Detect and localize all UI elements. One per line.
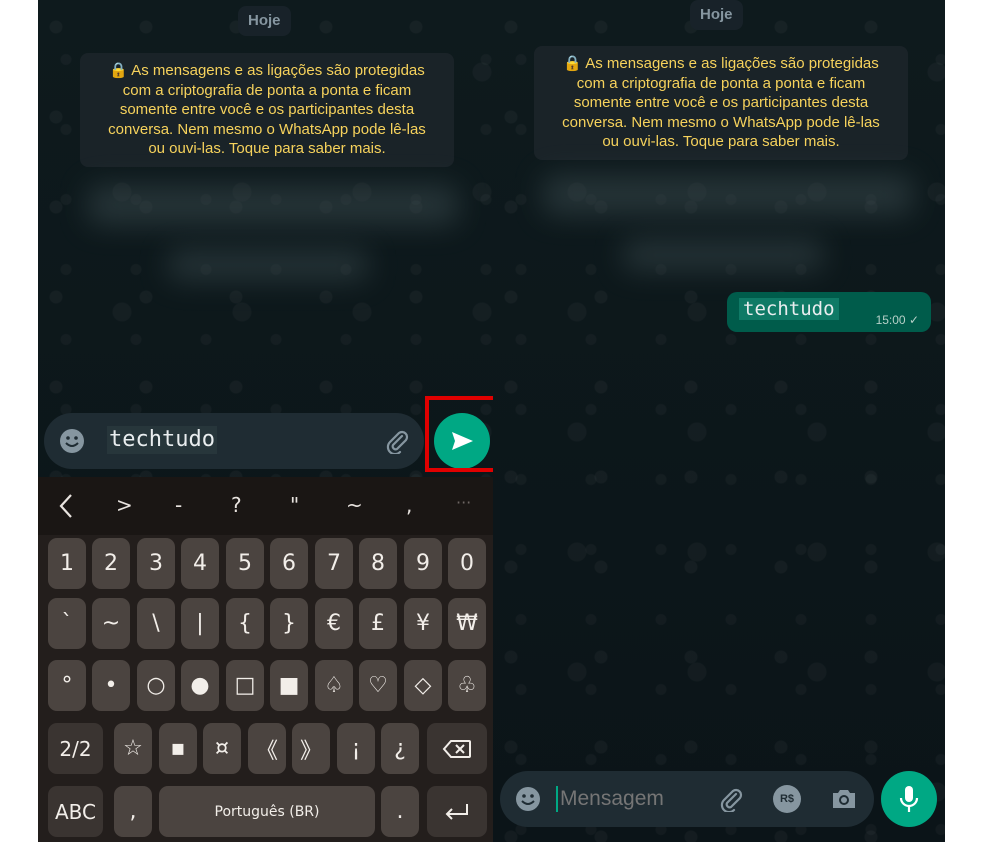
key[interactable]: €	[315, 598, 353, 649]
comma-key[interactable]: ,	[114, 786, 152, 837]
encryption-line: ou ouvi-las. Toque para saber mais.	[602, 133, 840, 150]
page-toggle-key[interactable]: 2/2	[48, 723, 103, 774]
backspace-icon	[442, 739, 471, 758]
key[interactable]: ♡	[359, 660, 397, 711]
encryption-line: 🔒 As mensagens e as ligações são protegi…	[563, 55, 879, 72]
right-chat-screen: Hoje 🔒 As mensagens e as ligações são pr…	[493, 0, 945, 842]
message-input-bar[interactable]: R$	[500, 771, 874, 827]
message-input-bar[interactable]: techtudo	[44, 413, 424, 469]
space-key[interactable]: Português (BR)	[159, 786, 375, 837]
blurred-message	[623, 240, 823, 270]
encryption-line: 🔒 As mensagens e as ligações são protegi…	[109, 62, 425, 79]
encryption-line: com a criptografia de ponta a ponta e fi…	[122, 81, 412, 99]
key[interactable]: 7	[315, 538, 353, 589]
key[interactable]: ¡	[337, 723, 375, 774]
camera-icon[interactable]	[830, 787, 858, 811]
toolbar-key[interactable]: ,	[406, 493, 412, 517]
blurred-message	[168, 250, 368, 280]
attach-icon[interactable]	[718, 786, 744, 812]
sent-message-bubble[interactable]: techtudo 15:00 ✓	[727, 292, 931, 332]
emoji-icon[interactable]	[58, 427, 86, 455]
key[interactable]: ▪	[159, 723, 197, 774]
key[interactable]: ¤	[203, 723, 241, 774]
key[interactable]: •	[92, 660, 130, 711]
key[interactable]: 6	[270, 538, 308, 589]
abc-key[interactable]: ABC	[48, 786, 103, 837]
key[interactable]: 》	[292, 723, 330, 774]
key[interactable]: ☆	[114, 723, 152, 774]
key[interactable]: 2	[92, 538, 130, 589]
key[interactable]: ◇	[404, 660, 442, 711]
encryption-line: ou ouvi-las. Toque para saber mais.	[148, 140, 386, 157]
emoji-icon[interactable]	[514, 785, 542, 813]
message-time: 15:00 ✓	[875, 313, 919, 327]
more-icon[interactable]: ···	[456, 493, 471, 512]
encryption-line: conversa. Nem mesmo o WhatsApp pode lê-l…	[562, 113, 880, 131]
key[interactable]: 1	[48, 538, 86, 589]
date-chip: Hoje	[238, 6, 291, 36]
key[interactable]: 9	[404, 538, 442, 589]
message-input[interactable]: techtudo	[107, 426, 217, 454]
encryption-line: conversa. Nem mesmo o WhatsApp pode lê-l…	[108, 120, 426, 138]
toolbar-key[interactable]: ~	[346, 493, 363, 517]
backspace-key[interactable]	[427, 723, 487, 774]
mic-button[interactable]	[881, 771, 937, 827]
key[interactable]: ■	[270, 660, 308, 711]
toolbar-key[interactable]: ?	[231, 493, 242, 517]
key[interactable]: ○	[137, 660, 175, 711]
key[interactable]: °	[48, 660, 86, 711]
symbol-keyboard: > - ? " ~ , ··· 1 2 3 4 5 6 7 8 9 0 ` ~ …	[38, 477, 493, 842]
enter-icon	[445, 803, 468, 820]
toolbar-key[interactable]: >	[116, 493, 133, 517]
toolbar-key[interactable]: -	[175, 493, 182, 517]
text-cursor	[556, 786, 558, 812]
attach-icon[interactable]	[384, 428, 410, 454]
key[interactable]: ●	[181, 660, 219, 711]
message-text: techtudo	[739, 298, 839, 320]
encryption-notice[interactable]: 🔒 As mensagens e as ligações são protegi…	[534, 46, 908, 160]
blurred-message	[543, 175, 913, 215]
highlight-box	[425, 396, 493, 472]
payment-icon[interactable]: R$	[773, 785, 801, 813]
key[interactable]: \	[137, 598, 175, 649]
lock-icon: 🔒	[109, 62, 132, 79]
lock-icon: 🔒	[563, 55, 586, 72]
message-input[interactable]	[560, 783, 700, 815]
enter-key[interactable]	[427, 786, 487, 837]
key[interactable]: 0	[448, 538, 486, 589]
key[interactable]: £	[359, 598, 397, 649]
key[interactable]: `	[48, 598, 86, 649]
key[interactable]: ¿	[381, 723, 419, 774]
keyboard-toolbar: > - ? " ~ , ···	[38, 477, 493, 535]
encryption-line: somente entre você e os participantes de…	[573, 94, 869, 111]
encryption-line: com a criptografia de ponta a ponta e fi…	[576, 74, 866, 92]
key[interactable]: ¥	[404, 598, 442, 649]
key[interactable]: ♧	[448, 660, 486, 711]
key[interactable]: 8	[359, 538, 397, 589]
key[interactable]: □	[226, 660, 264, 711]
chevron-left-icon[interactable]	[58, 493, 74, 519]
mic-icon	[899, 786, 919, 812]
date-chip: Hoje	[690, 0, 743, 30]
blurred-message	[88, 185, 458, 225]
key[interactable]: 5	[226, 538, 264, 589]
key[interactable]: ♤	[315, 660, 353, 711]
key[interactable]: 《	[248, 723, 286, 774]
key[interactable]: ₩	[448, 598, 486, 649]
key[interactable]: }	[270, 598, 308, 649]
period-key[interactable]: .	[381, 786, 419, 837]
encryption-notice[interactable]: 🔒 As mensagens e as ligações são protegi…	[80, 53, 454, 167]
key[interactable]: |	[181, 598, 219, 649]
key[interactable]: {	[226, 598, 264, 649]
encryption-line: somente entre você e os participantes de…	[119, 101, 415, 118]
key[interactable]: 3	[137, 538, 175, 589]
check-icon: ✓	[908, 313, 919, 327]
key[interactable]: ~	[92, 598, 130, 649]
toolbar-key[interactable]: "	[290, 493, 299, 517]
key[interactable]: 4	[181, 538, 219, 589]
